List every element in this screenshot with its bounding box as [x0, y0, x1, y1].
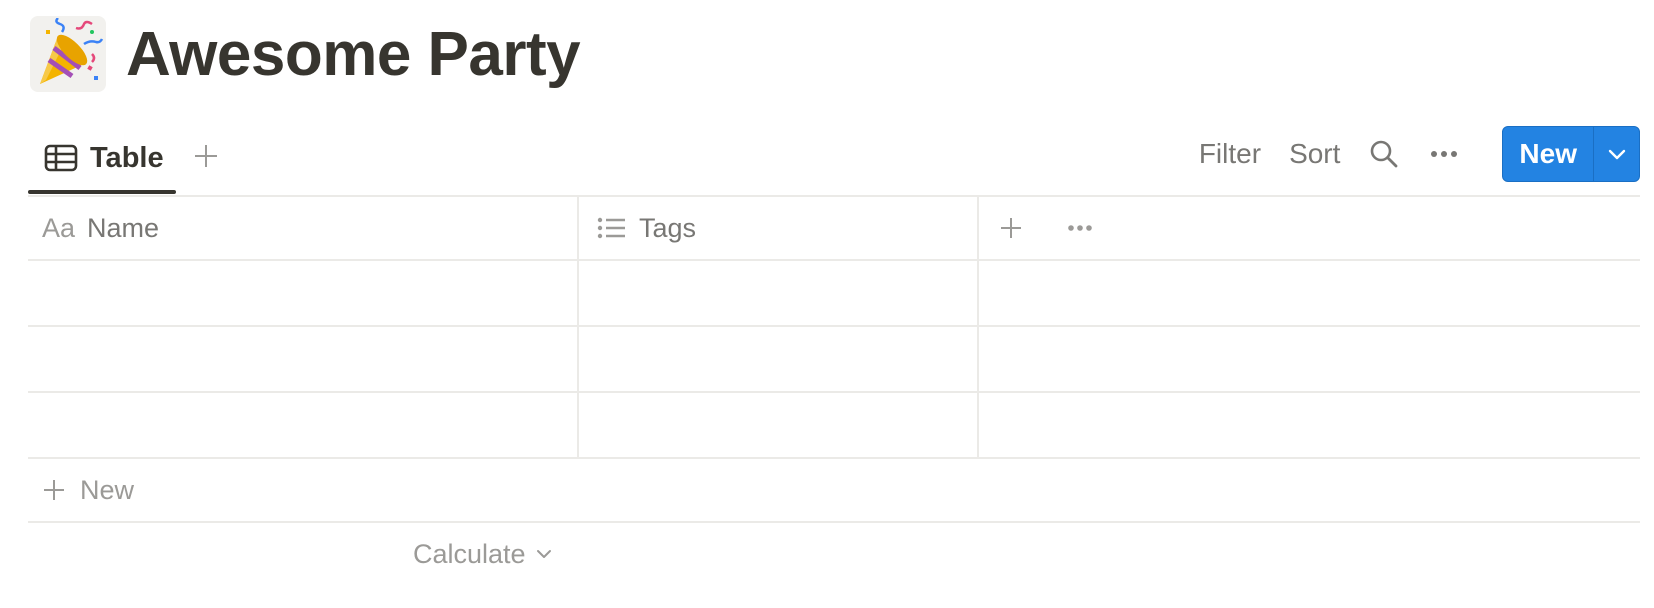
chevron-down-icon: [1608, 149, 1625, 160]
active-tab-indicator: [28, 190, 176, 194]
filter-button[interactable]: Filter: [1185, 130, 1275, 178]
view-bar: Table Filter Sort New: [28, 122, 1640, 194]
page-header: Awesome Party: [30, 14, 581, 94]
calculate-button[interactable]: Calculate: [413, 539, 552, 570]
new-button-group: New: [1502, 126, 1640, 182]
page-title[interactable]: Awesome Party: [126, 19, 581, 90]
name-cell[interactable]: [28, 327, 579, 391]
table-row[interactable]: [28, 261, 1640, 327]
plus-icon: [1001, 218, 1021, 238]
chevron-down-icon: [536, 550, 551, 558]
empty-cell: [979, 393, 1640, 457]
tags-cell[interactable]: [579, 261, 979, 325]
tags-cell[interactable]: [579, 327, 979, 391]
column-label: Name: [87, 212, 160, 243]
tags-cell[interactable]: [579, 393, 979, 457]
tab-table[interactable]: Table: [28, 122, 176, 194]
text-property-icon: Aa: [42, 212, 76, 243]
column-header-tags[interactable]: Tags: [579, 197, 979, 259]
party-popper-icon[interactable]: [30, 16, 106, 92]
plus-icon: [42, 478, 66, 502]
empty-cell: [979, 327, 1640, 391]
page: Awesome Party Table Filter Sort New Aa N…: [0, 0, 1654, 608]
table-row[interactable]: [28, 327, 1640, 393]
add-column-button[interactable]: [999, 216, 1023, 240]
sort-button[interactable]: Sort: [1275, 130, 1354, 178]
new-dropdown-button[interactable]: [1593, 127, 1639, 181]
database-table: Aa Name Tags New Calculate: [28, 195, 1640, 585]
name-cell[interactable]: [28, 393, 579, 457]
name-cell[interactable]: [28, 261, 579, 325]
add-view-button[interactable]: [184, 134, 228, 178]
search-icon[interactable]: [1360, 130, 1408, 178]
calculate-label: Calculate: [413, 538, 526, 569]
view-toolbar: Filter Sort New: [1185, 126, 1640, 182]
column-label: Tags: [639, 212, 697, 243]
tab-table-label: Table: [90, 141, 164, 174]
new-button[interactable]: New: [1503, 127, 1593, 181]
more-horizontal-icon[interactable]: [1420, 130, 1468, 178]
multi-select-icon: [597, 216, 627, 240]
table-header-row: Aa Name Tags: [28, 195, 1640, 261]
plus-icon: [195, 145, 217, 167]
add-row-button[interactable]: New: [28, 459, 1640, 523]
column-header-actions: [979, 197, 1640, 259]
calculation-row: Calculate: [28, 523, 1640, 585]
column-header-name[interactable]: Aa Name: [28, 197, 579, 259]
table-icon: [44, 144, 78, 172]
add-row-label: New: [80, 474, 135, 505]
table-row[interactable]: [28, 393, 1640, 459]
more-horizontal-icon[interactable]: [1067, 224, 1093, 232]
empty-cell: [979, 261, 1640, 325]
